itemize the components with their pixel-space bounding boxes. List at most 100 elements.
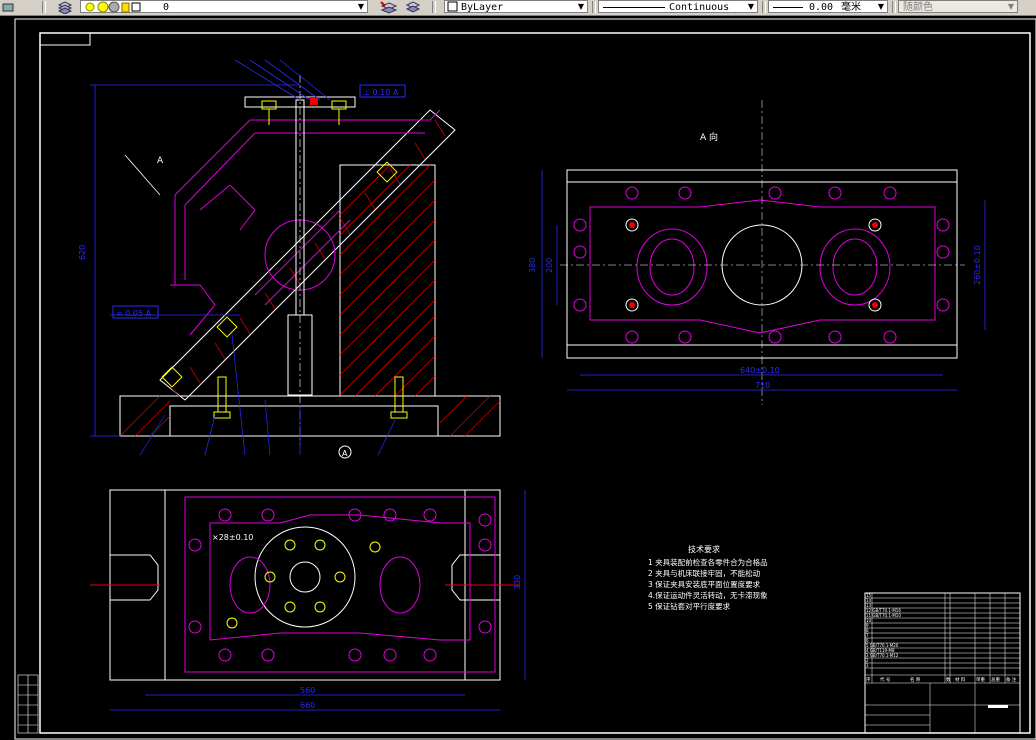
drawing-canvas[interactable]: 620 ⊥ 0.10 A = 0.05 A A A A 向 380 200 26… [0, 15, 1036, 740]
chevron-down-icon: ▼ [747, 2, 755, 11]
clamp-marker [310, 97, 318, 105]
tech-req-line: 2 夹具与机床联接牢固，不能松动 [648, 568, 761, 578]
tech-req-title: 技术要求 [688, 544, 720, 554]
layer-previous-button[interactable] [0, 0, 16, 14]
dim-hole: ×28±0.10 [212, 533, 253, 542]
inclined-plate-hatch [169, 119, 446, 398]
base-pocket [169, 405, 439, 437]
base-plate [119, 395, 501, 437]
right-slot [451, 554, 501, 601]
top-view-left-arc [229, 556, 271, 614]
view-arrow [124, 154, 161, 196]
chevron-down-icon: ▼ [577, 2, 585, 11]
parts-row: 3 GB/T70.1-M12 [866, 653, 899, 658]
dim-left-v2: 200 [545, 258, 554, 273]
layers-icon [57, 0, 73, 14]
layer-current-icon [380, 0, 398, 14]
color-swatch-icon [447, 1, 458, 12]
sheet-corner-box [39, 32, 91, 46]
left-slot [109, 554, 159, 601]
layer-current-value: 0 [163, 2, 170, 13]
base-hatch [119, 395, 501, 437]
top-view: 560 660 330 ×28±0.10 [90, 489, 526, 711]
left-margin-block [17, 674, 39, 734]
view-a-dimensions [541, 170, 986, 391]
tech-req-line: 1 夹具装配前检查各零件合为合格品 [648, 557, 768, 567]
toolbar-separator [42, 1, 46, 13]
parts-list-header-unit-weight: 单重 [976, 676, 985, 683]
view-a-pocket [589, 199, 936, 334]
parts-list-header-code: 代 号 [880, 676, 891, 683]
parts-row: 11 GB/T70.1-M10 [866, 613, 901, 618]
top-view-right-arc [379, 556, 421, 614]
color-current-value: ByLayer [461, 2, 504, 13]
dim-bottom-right: 330 [513, 575, 522, 590]
parts-list-header-name: 名 称 [910, 676, 921, 683]
parts-row: 1 [866, 663, 869, 668]
lineweight-current-value: 0.00 [809, 2, 834, 13]
chevron-down-icon: ▼ [1007, 2, 1015, 11]
view-a-right-boss [819, 228, 891, 306]
linetype-current-value: Continuous [669, 2, 730, 13]
layer-previous-state-button[interactable] [402, 0, 424, 14]
dim-width-top: 640±0.10 [740, 366, 780, 375]
chevron-down-icon: ▼ [357, 2, 365, 11]
front-dimensions [90, 59, 331, 437]
title-block: 序 代 号 名 称 数 材 料 单重 总重 备 注 15 14 13 12 GB… [864, 592, 1021, 734]
layer-previous-icon [2, 3, 14, 12]
top-view-main-disc [254, 526, 356, 628]
parts-list-header-total-weight: 总重 [991, 676, 1000, 683]
plotstyle-current-value: 随颜色 [903, 2, 933, 13]
parts-list-header-qty: 数 [946, 676, 951, 683]
dim-bottom-outer: 660 [300, 701, 315, 710]
parts-list-header: 序 [866, 676, 871, 683]
tolerance-frame-1-text: ⊥ 0.10 A [363, 88, 399, 97]
properties-toolbar: 0 ▼ ByLayer ▼ Continuous ▼ 0.00 毫米 ▼ 随颜色… [0, 0, 1036, 16]
layer-dropdown[interactable]: 0 ▼ [80, 0, 368, 13]
parts-list-header-material: 材 料 [955, 676, 966, 683]
tech-requirements: 技术要求 1 夹具装配前检查各零件合为合格品 2 夹具与机床联接牢固，不能松动 … [648, 544, 768, 611]
tech-req-line: 3 保证夹具安装底平面位置度要求 [648, 579, 761, 589]
plotstyle-dropdown: 随颜色 ▼ [898, 0, 1018, 13]
view-a-label: A [157, 156, 164, 166]
title-block-drawing-number [988, 705, 1008, 708]
front-section-view: 620 ⊥ 0.10 A = 0.05 A A A [78, 59, 501, 459]
make-object-layer-current-button[interactable] [378, 0, 400, 14]
sheet-outer-border [14, 18, 1036, 740]
lineweight-preview [773, 7, 803, 8]
toolbar-separator [592, 1, 596, 13]
fixture-body-outline [170, 109, 441, 336]
dim-right-v: 260±0.10 [973, 245, 982, 285]
toolbar-separator [892, 1, 896, 13]
view-a: A 向 380 200 260±0.10 640±0.10 710 [528, 100, 986, 405]
tech-req-line: 5 保证钻套对平行度要求 [648, 601, 731, 611]
lineweight-unit: 毫米 [841, 2, 861, 13]
view-a-title: A 向 [700, 131, 718, 143]
dim-height-text: 620 [78, 245, 87, 260]
tech-req-line: 4.保证运动件灵活转动，无卡滞现象 [648, 590, 768, 600]
top-view-outline [109, 489, 501, 681]
dim-bottom-inner: 560 [300, 686, 315, 695]
layer-state-icons [85, 1, 141, 13]
dim-left-v1: 380 [528, 258, 537, 273]
top-view-center-bore [289, 561, 321, 593]
toolbar-separator [762, 1, 766, 13]
linetype-preview [603, 7, 665, 8]
layers-icon [405, 0, 421, 13]
linetype-dropdown[interactable]: Continuous ▼ [598, 0, 758, 13]
color-dropdown[interactable]: ByLayer ▼ [444, 0, 588, 13]
view-a-left-boss [636, 228, 708, 306]
inclined-plate [159, 109, 456, 401]
base-bolts [161, 161, 408, 419]
top-view-bolts [226, 539, 381, 629]
datum-label: A [342, 449, 348, 458]
lineweight-dropdown[interactable]: 0.00 毫米 ▼ [768, 0, 888, 13]
layer-manager-button[interactable] [54, 0, 76, 14]
support-block-hatch [339, 164, 436, 397]
dim-width-outer: 710 [755, 381, 770, 390]
tolerance-frame-2-text: = 0.05 A [116, 309, 152, 318]
toolbar-separator [432, 1, 436, 13]
chevron-down-icon: ▼ [877, 2, 885, 11]
view-a-right-boss-inner [832, 238, 878, 296]
parts-list-rows: 15 14 13 12 GB/T70.1-M16 11 GB/T70.1-M10… [866, 593, 901, 668]
